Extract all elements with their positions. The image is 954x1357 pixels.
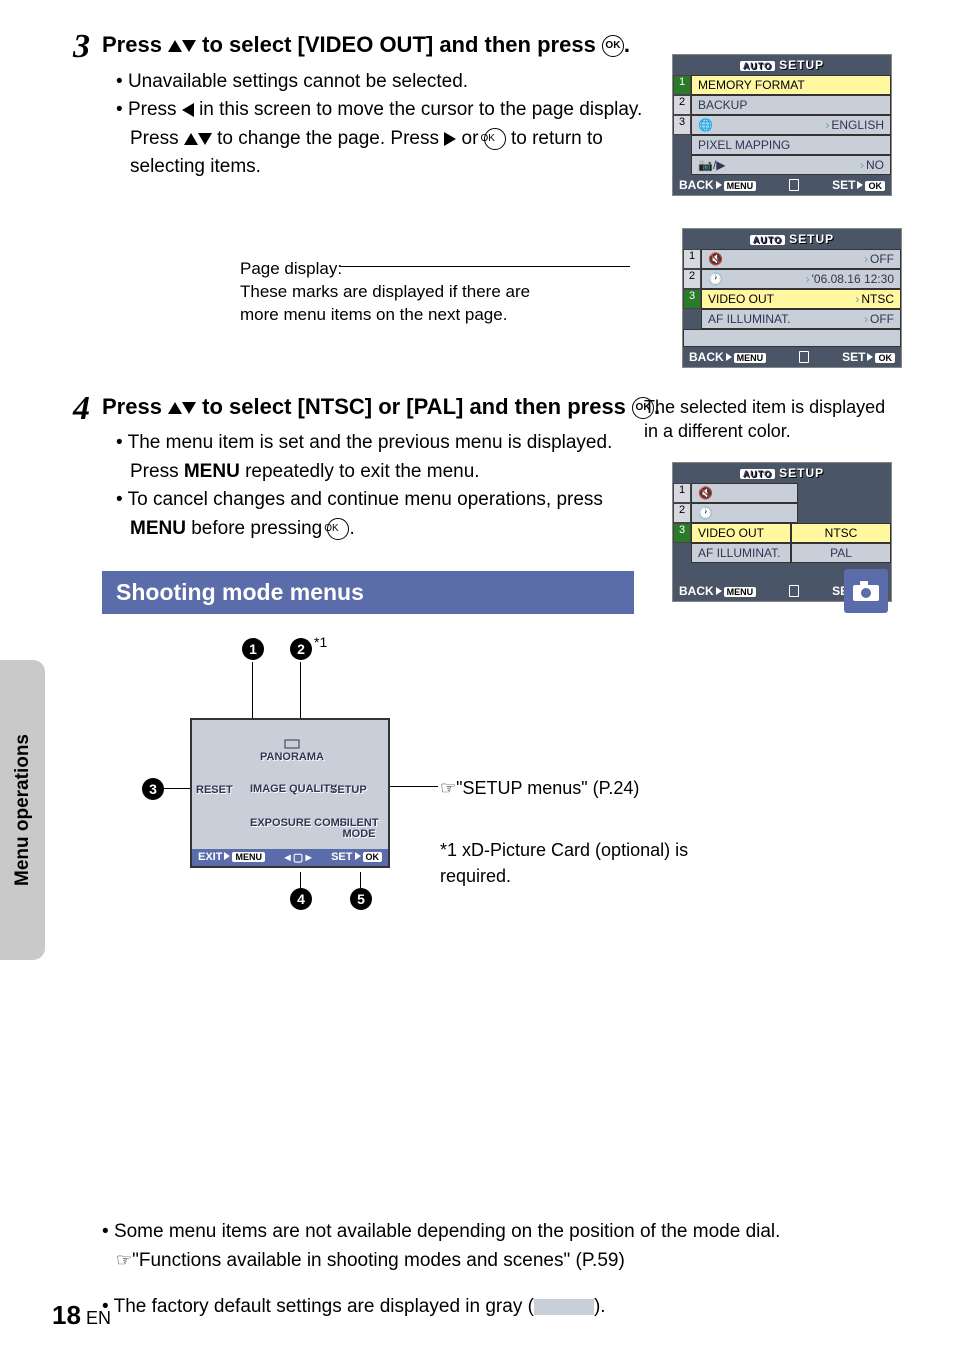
down-icon xyxy=(182,40,196,52)
ok-button-icon: OK xyxy=(484,128,506,150)
leader-line xyxy=(340,266,630,267)
page-display-note: Page display: These marks are displayed … xyxy=(240,258,560,327)
shooting-menu-screenshot: PANORAMA RESET IMAGE QUALITY SETUP EXPOS… xyxy=(190,718,390,868)
left-icon xyxy=(182,103,194,117)
ok-button-icon: OK xyxy=(327,518,349,540)
side-tab: Menu operations xyxy=(0,660,45,960)
setup-menu-screenshot-2: AUTOSETUP 1🔇›OFF 2🕐›'06.08.16 12:30 3VID… xyxy=(682,228,902,368)
camera-icon xyxy=(844,569,888,613)
up-icon xyxy=(184,133,198,145)
up-icon xyxy=(168,402,182,414)
callout-1: 1 xyxy=(242,638,264,660)
footnote-marker: *1 xyxy=(314,634,327,650)
bottom-note-1: Some menu items are not available depend… xyxy=(102,1218,894,1275)
step4-bullet2: To cancel changes and continue menu oper… xyxy=(116,486,664,543)
step-number: 4 xyxy=(50,392,90,426)
step3-bullet1: Unavailable settings cannot be selected. xyxy=(116,68,664,97)
down-icon xyxy=(182,402,196,414)
step4-bullet1: The menu item is set and the previous me… xyxy=(116,429,664,486)
xd-card-note: *1 xD-Picture Card (optional) is require… xyxy=(440,838,730,888)
shooting-mode-diagram: 1 2 *1 3 4 5 PANORAMA RESET IMAGE QUALIT… xyxy=(50,628,894,918)
selected-item-caption: The selected item is displayed in a diff… xyxy=(644,395,892,444)
up-icon xyxy=(168,40,182,52)
step3-title: Press to select [VIDEO OUT] and then pre… xyxy=(102,30,664,60)
callout-5: 5 xyxy=(350,888,372,910)
callout-3: 3 xyxy=(142,778,164,800)
callout-2: 2 xyxy=(290,638,312,660)
step4-title: Press to select [NTSC] or [PAL] and then… xyxy=(102,392,664,422)
section-heading: Shooting mode menus xyxy=(102,571,634,614)
page-number: 18 EN xyxy=(52,1300,111,1331)
step-number: 3 xyxy=(50,30,90,64)
setup-menus-ref: ☞"SETUP menus" (P.24) xyxy=(440,778,639,799)
ok-button-icon: OK xyxy=(602,35,624,57)
step3-bullet2: Press in this screen to move the cursor … xyxy=(116,96,664,182)
bottom-note-2: The factory default settings are display… xyxy=(102,1293,894,1322)
setup-menu-screenshot-1: AUTOSETUP 1MEMORY FORMAT 2BACKUP 3🌐›ENGL… xyxy=(672,54,892,196)
down-icon xyxy=(198,133,212,145)
gray-swatch xyxy=(534,1299,594,1315)
callout-4: 4 xyxy=(290,888,312,910)
right-icon xyxy=(444,132,456,146)
